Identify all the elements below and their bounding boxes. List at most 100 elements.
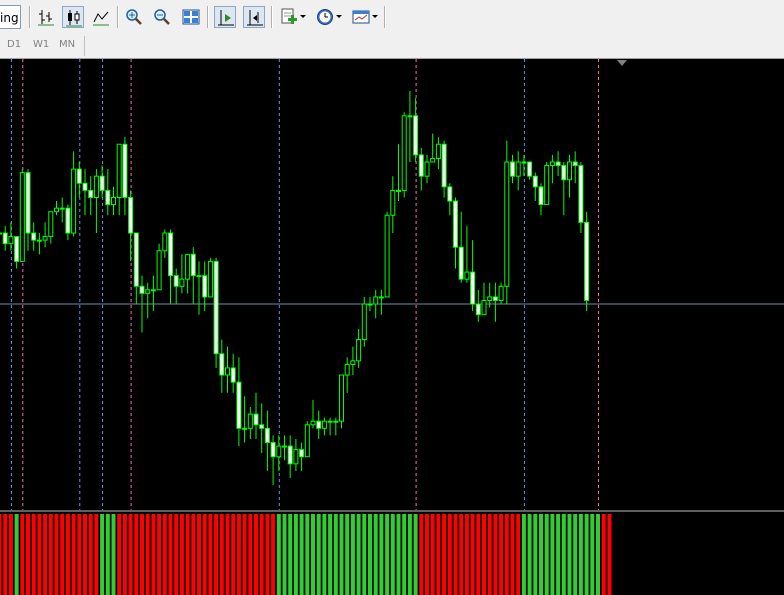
candle [584,211,590,312]
histogram-bar [305,514,310,595]
candle-body [544,165,550,206]
histogram-bar [248,514,253,595]
candle-body [435,143,441,159]
timeframe-w1-button[interactable]: W1 [33,39,49,50]
histogram-bar [573,514,578,595]
autoscroll-button[interactable] [243,6,265,28]
candle-body [2,232,8,245]
histogram-bar [259,514,264,595]
candle-body [293,449,299,465]
histogram-bar [464,514,469,595]
candle [25,169,31,251]
histogram-bar [288,514,293,595]
candle [42,222,48,248]
candle-body [373,296,379,305]
candle [213,257,219,368]
histogram-bar [208,514,213,595]
zoom-out-button[interactable] [151,6,173,28]
histogram-bar [561,514,566,595]
candle [333,417,339,436]
histogram-bar [185,514,190,595]
candle-body [407,115,413,118]
candle-body [418,154,424,177]
periods-button[interactable] [314,6,344,28]
histogram-bar [453,514,458,595]
candle-body [225,367,230,376]
tile-windows-button[interactable] [180,6,202,28]
histogram-bar [197,514,201,595]
histogram-bar [339,514,344,595]
candle-body [99,175,105,191]
timeframe-d1-button[interactable]: D1 [7,39,21,50]
histogram-bar [521,514,526,595]
candle [2,225,8,251]
candle [259,403,265,454]
candle-body [207,260,213,298]
histogram-bar [419,514,424,595]
histogram-bar [350,514,355,595]
candle [179,254,185,294]
candle [156,243,162,291]
candle [339,374,344,429]
candle-body [333,420,339,423]
histogram-bar [157,514,162,595]
candle [0,232,2,235]
candle-body [361,303,367,341]
histogram-bar [550,514,555,595]
histogram-bar [442,514,447,595]
templates-button[interactable] [350,6,380,28]
candle [561,161,567,216]
candle [105,169,111,216]
chart-shift-button[interactable] [214,6,236,28]
toolbar-separator [29,6,31,28]
candle [424,154,430,184]
chart-shift-icon [218,10,234,26]
candle-body [122,143,128,198]
candle-body [71,168,77,234]
candle-body [470,271,476,305]
candle-body [185,253,191,280]
candle-body [299,449,305,458]
line-chart-button[interactable] [90,6,112,28]
candle [407,90,413,162]
price-chart[interactable] [0,59,784,510]
histogram-bar [533,514,538,595]
candle-body [42,236,48,241]
candle-body [316,420,322,429]
toolbar-separator [207,6,209,28]
candle [196,261,202,315]
candle-body [384,214,390,298]
candlestick-button[interactable] [62,6,84,28]
candle [36,233,42,255]
candle-body [424,161,430,177]
histogram-bar [231,514,236,595]
timeframe-mn-button[interactable]: MN [59,39,75,50]
indicators-button[interactable] [278,6,308,28]
candle [185,253,191,294]
candle-body [236,381,242,429]
candle-body [173,275,179,287]
candle-body [190,253,196,277]
candle-body [567,161,572,181]
zoom-in-button[interactable] [123,6,145,28]
candle-body [19,172,25,262]
histogram-bar [539,514,543,595]
candle [242,396,248,443]
histogram-bar [265,514,270,595]
histogram-bar [556,514,561,595]
candle [521,154,527,177]
candle [14,236,20,269]
candle [549,154,555,184]
candle-body [162,232,168,252]
candle-body [538,186,544,206]
candle [413,98,419,162]
candle-body [344,363,350,376]
candle [441,140,447,198]
histogram-bar [402,514,407,595]
histogram-bar [362,514,367,595]
histogram-bar [368,514,372,595]
chart-window-tab[interactable]: ing [0,5,21,29]
histogram-bar [174,514,179,595]
candle-body [555,161,561,167]
bar-chart-button[interactable] [35,6,57,28]
